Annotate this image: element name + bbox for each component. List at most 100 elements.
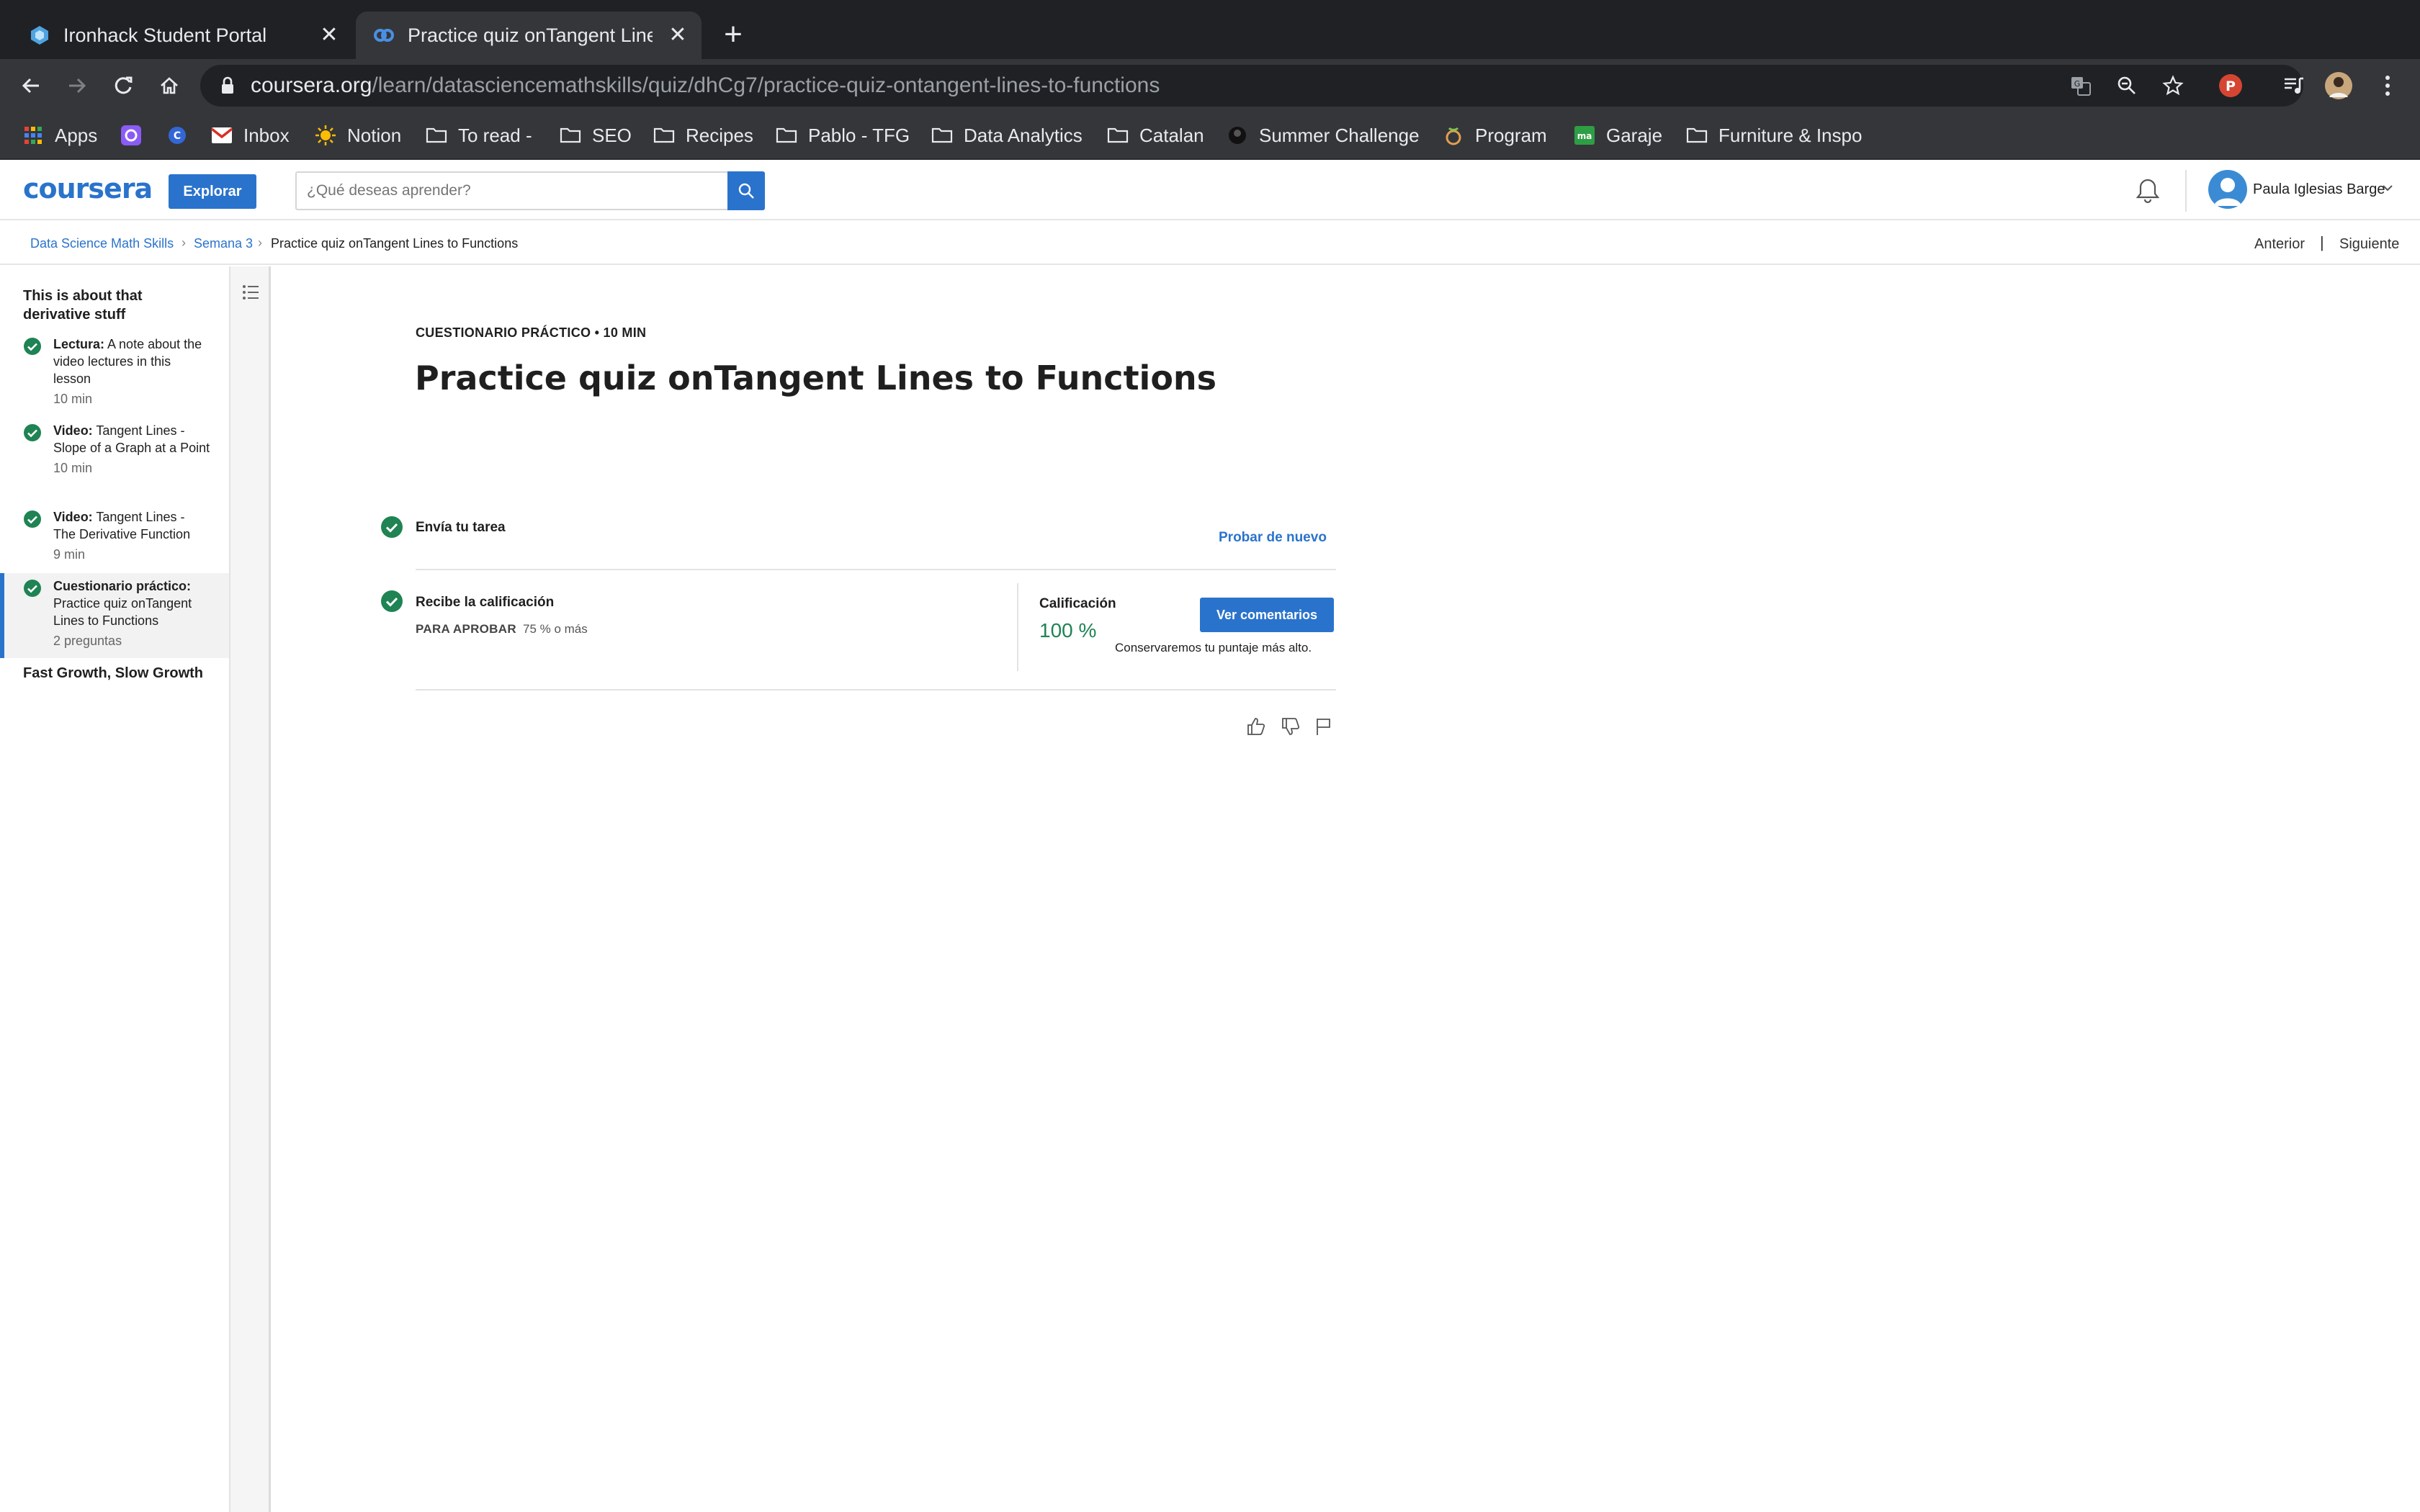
bookmark-notion[interactable]: Notion [314, 121, 401, 150]
kebab-menu-icon[interactable] [2372, 71, 2403, 101]
bookmark-app-2[interactable]: C [166, 121, 199, 150]
item-question-count: 2 preguntas [53, 634, 122, 648]
sun-icon [314, 124, 337, 147]
course-sidebar: This is about that derivative stuff Lect… [0, 266, 230, 1512]
item-duration: 10 min [53, 461, 93, 475]
bookmark-folder-recipes[interactable]: Recipes [653, 121, 753, 150]
breadcrumb: Data Science Math Skills › Semana 3 › Pr… [0, 220, 2420, 265]
user-name[interactable]: Paula Iglesias Barge [2253, 181, 2385, 198]
bookmark-program[interactable]: Program [1442, 121, 1547, 150]
folder-icon [559, 124, 582, 147]
bookmark-apps[interactable]: Apps [22, 121, 97, 150]
pass-threshold-value: 75 % o más [523, 622, 588, 636]
sidebar-item-video-2[interactable]: Video: Tangent Lines - The Derivative Fu… [0, 508, 229, 573]
folder-icon [1106, 124, 1129, 147]
bookmark-folder-seo[interactable]: SEO [559, 121, 632, 150]
browser-toolbar: coursera.org/learn/datasciencemathskills… [0, 59, 2420, 112]
site-header: coursera Explorar ¿Qué deseas aprender? … [0, 160, 2420, 220]
browser-tab-ironhack[interactable]: Ironhack Student Portal ✕ [0, 12, 353, 59]
tab-title: Practice quiz onTangent Lines to Functio… [408, 24, 653, 46]
completed-check-icon [23, 423, 42, 446]
view-feedback-button[interactable]: Ver comentarios [1200, 598, 1334, 632]
bookmark-folder-data-analytics[interactable]: Data Analytics [931, 121, 1083, 150]
forward-icon[interactable] [60, 69, 94, 102]
highest-score-note: Conservaremos tu puntaje más alto. [1115, 641, 1312, 654]
notifications-bell-icon[interactable] [2135, 177, 2161, 208]
completed-check-icon [23, 579, 42, 602]
translate-icon[interactable]: G [2067, 72, 2094, 99]
media-playlist-icon[interactable] [2279, 71, 2309, 101]
list-icon[interactable] [238, 279, 264, 305]
site-icon: ma [1573, 124, 1596, 147]
next-lesson-title[interactable]: Fast Growth, Slow Growth [23, 664, 210, 683]
item-type-label: CUESTIONARIO PRÁCTICO • 10 MIN [416, 325, 647, 340]
lock-icon[interactable] [220, 76, 235, 99]
folder-icon [1685, 124, 1708, 147]
flag-icon[interactable] [1312, 715, 1335, 738]
user-avatar-icon[interactable] [2323, 71, 2354, 101]
gmail-icon [210, 124, 233, 147]
zoom-icon[interactable] [2113, 72, 2141, 99]
chevron-right-icon: › [258, 235, 262, 250]
bookmark-star-icon[interactable] [2159, 72, 2187, 99]
close-tab-icon[interactable]: ✕ [317, 23, 341, 48]
submit-step-label: Envía tu tarea [416, 520, 506, 535]
breadcrumb-course[interactable]: Data Science Math Skills [30, 236, 174, 251]
new-tab-icon[interactable]: + [719, 19, 748, 50]
bookmarks-bar: Apps C Inbox Notion To read - SEO Recipe… [0, 112, 2420, 160]
folder-icon [425, 124, 448, 147]
folder-icon [775, 124, 798, 147]
page-title: Practice quiz onTangent Lines to Functio… [415, 359, 1217, 397]
thumbs-up-icon[interactable] [1245, 715, 1268, 738]
grade-label: Calificación [1039, 596, 1116, 611]
bookmark-folder-catalan[interactable]: Catalan [1106, 121, 1204, 150]
chevron-down-icon[interactable] [2381, 181, 2394, 198]
sidebar-item-video-1[interactable]: Video: Tangent Lines - Slope of a Graph … [0, 422, 229, 501]
app-icon: C [166, 124, 189, 147]
divider [416, 689, 1336, 690]
bookmark-garaje[interactable]: ma Garaje [1573, 121, 1662, 150]
grade-step-label: Recibe la calificación [416, 595, 555, 610]
browser-tab-coursera[interactable]: Practice quiz onTangent Lines to Functio… [356, 12, 702, 59]
coursera-logo[interactable]: coursera [23, 173, 153, 204]
previous-link[interactable]: Anterior [2254, 236, 2305, 253]
back-icon[interactable] [14, 69, 48, 102]
sidebar-item-quiz[interactable]: Cuestionario práctico: Practice quiz onT… [0, 573, 229, 658]
step-complete-check-icon [380, 516, 403, 539]
bookmark-inbox[interactable]: Inbox [210, 121, 290, 150]
nav-separator: | [2320, 233, 2324, 251]
svg-text:G: G [2074, 79, 2081, 89]
explore-button[interactable]: Explorar [169, 174, 256, 209]
bookmark-app-1[interactable] [120, 121, 153, 150]
tab-title: Ironhack Student Portal [63, 24, 267, 46]
reload-icon[interactable] [107, 69, 140, 102]
retry-button[interactable]: Probar de nuevo [1219, 530, 1327, 546]
bookmark-folder-furniture[interactable]: Furniture & Inspo [1685, 121, 1862, 150]
url-text[interactable]: coursera.org/learn/datasciencemathskills… [251, 73, 1160, 98]
bookmark-folder-pablo-tfg[interactable]: Pablo - TFG [775, 121, 910, 150]
bookmark-summer-challenge[interactable]: Summer Challenge [1226, 121, 1420, 150]
lesson-title[interactable]: This is about that derivative stuff [23, 287, 210, 324]
search-input[interactable]: ¿Qué deseas aprender? [295, 171, 727, 210]
search-button[interactable] [727, 171, 765, 210]
address-bar[interactable]: coursera.org/learn/datasciencemathskills… [200, 65, 2303, 107]
bookmark-folder-to-read[interactable]: To read - [425, 121, 532, 150]
home-icon[interactable] [153, 69, 186, 102]
breadcrumb-current: Practice quiz onTangent Lines to Functio… [271, 236, 519, 251]
sidebar-toggle[interactable] [230, 266, 271, 1512]
svg-text:ma: ma [1577, 131, 1592, 141]
sidebar-item-lectura[interactable]: Lectura: A note about the video lectures… [0, 336, 229, 415]
ironhack-favicon-icon [29, 24, 50, 46]
step-complete-check-icon [380, 590, 403, 613]
breadcrumb-week[interactable]: Semana 3 [194, 236, 253, 251]
close-tab-icon[interactable]: ✕ [666, 23, 690, 48]
avatar[interactable] [2208, 170, 2247, 209]
header-divider [2185, 170, 2187, 212]
thumbs-down-icon[interactable] [1279, 715, 1302, 738]
divider [1017, 583, 1018, 671]
next-link[interactable]: Siguiente [2339, 236, 2399, 253]
item-duration: 9 min [53, 547, 86, 562]
folder-icon [653, 124, 676, 147]
profile-p-icon[interactable]: P [2215, 71, 2246, 101]
coursera-favicon-icon [373, 24, 395, 46]
